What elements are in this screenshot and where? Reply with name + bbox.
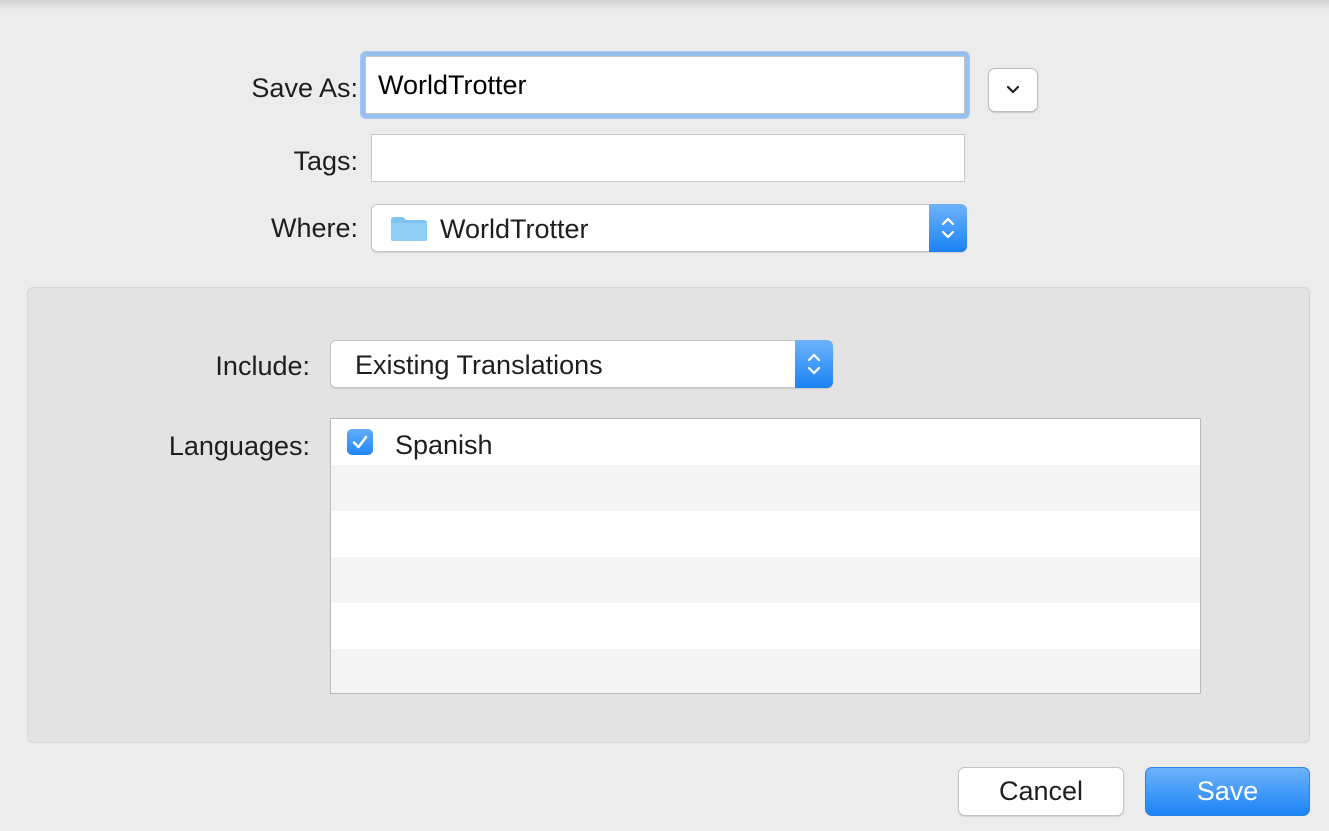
languages-list[interactable]: Spanish bbox=[330, 418, 1201, 694]
up-down-arrows-icon bbox=[941, 217, 955, 239]
include-stepper bbox=[795, 340, 833, 388]
list-row-empty bbox=[331, 557, 1200, 603]
list-row-empty bbox=[331, 511, 1200, 557]
where-label: Where: bbox=[270, 213, 358, 243]
save-as-label: Save As: bbox=[251, 73, 358, 103]
where-popup-button[interactable]: WorldTrotter bbox=[371, 204, 967, 252]
expand-dialog-button[interactable] bbox=[988, 68, 1038, 112]
include-popup-button[interactable]: Existing Translations bbox=[330, 340, 833, 388]
list-row-empty bbox=[331, 649, 1200, 693]
chevron-down-icon bbox=[1006, 85, 1020, 94]
tags-input[interactable] bbox=[371, 134, 965, 182]
where-value: WorldTrotter bbox=[440, 214, 589, 244]
spanish-checkbox[interactable] bbox=[347, 429, 373, 455]
include-value: Existing Translations bbox=[355, 350, 603, 380]
up-down-arrows-icon bbox=[807, 353, 821, 375]
language-name: Spanish bbox=[395, 430, 493, 460]
title-bar-shadow bbox=[0, 0, 1329, 10]
include-label: Include: bbox=[215, 351, 310, 381]
list-item[interactable]: Spanish bbox=[331, 419, 1200, 465]
list-row-empty bbox=[331, 465, 1200, 511]
folder-icon bbox=[391, 217, 427, 241]
save-dialog: Save As: WorldTrotter Tags: Where: World… bbox=[0, 0, 1329, 831]
languages-label: Languages: bbox=[168, 431, 310, 461]
tags-label: Tags: bbox=[293, 146, 358, 176]
cancel-button[interactable]: Cancel bbox=[958, 767, 1124, 816]
save-button[interactable]: Save bbox=[1145, 767, 1310, 816]
save-as-input[interactable]: WorldTrotter bbox=[365, 56, 965, 114]
list-row-empty bbox=[331, 603, 1200, 649]
checkmark-icon bbox=[352, 435, 368, 449]
where-stepper bbox=[929, 204, 967, 252]
